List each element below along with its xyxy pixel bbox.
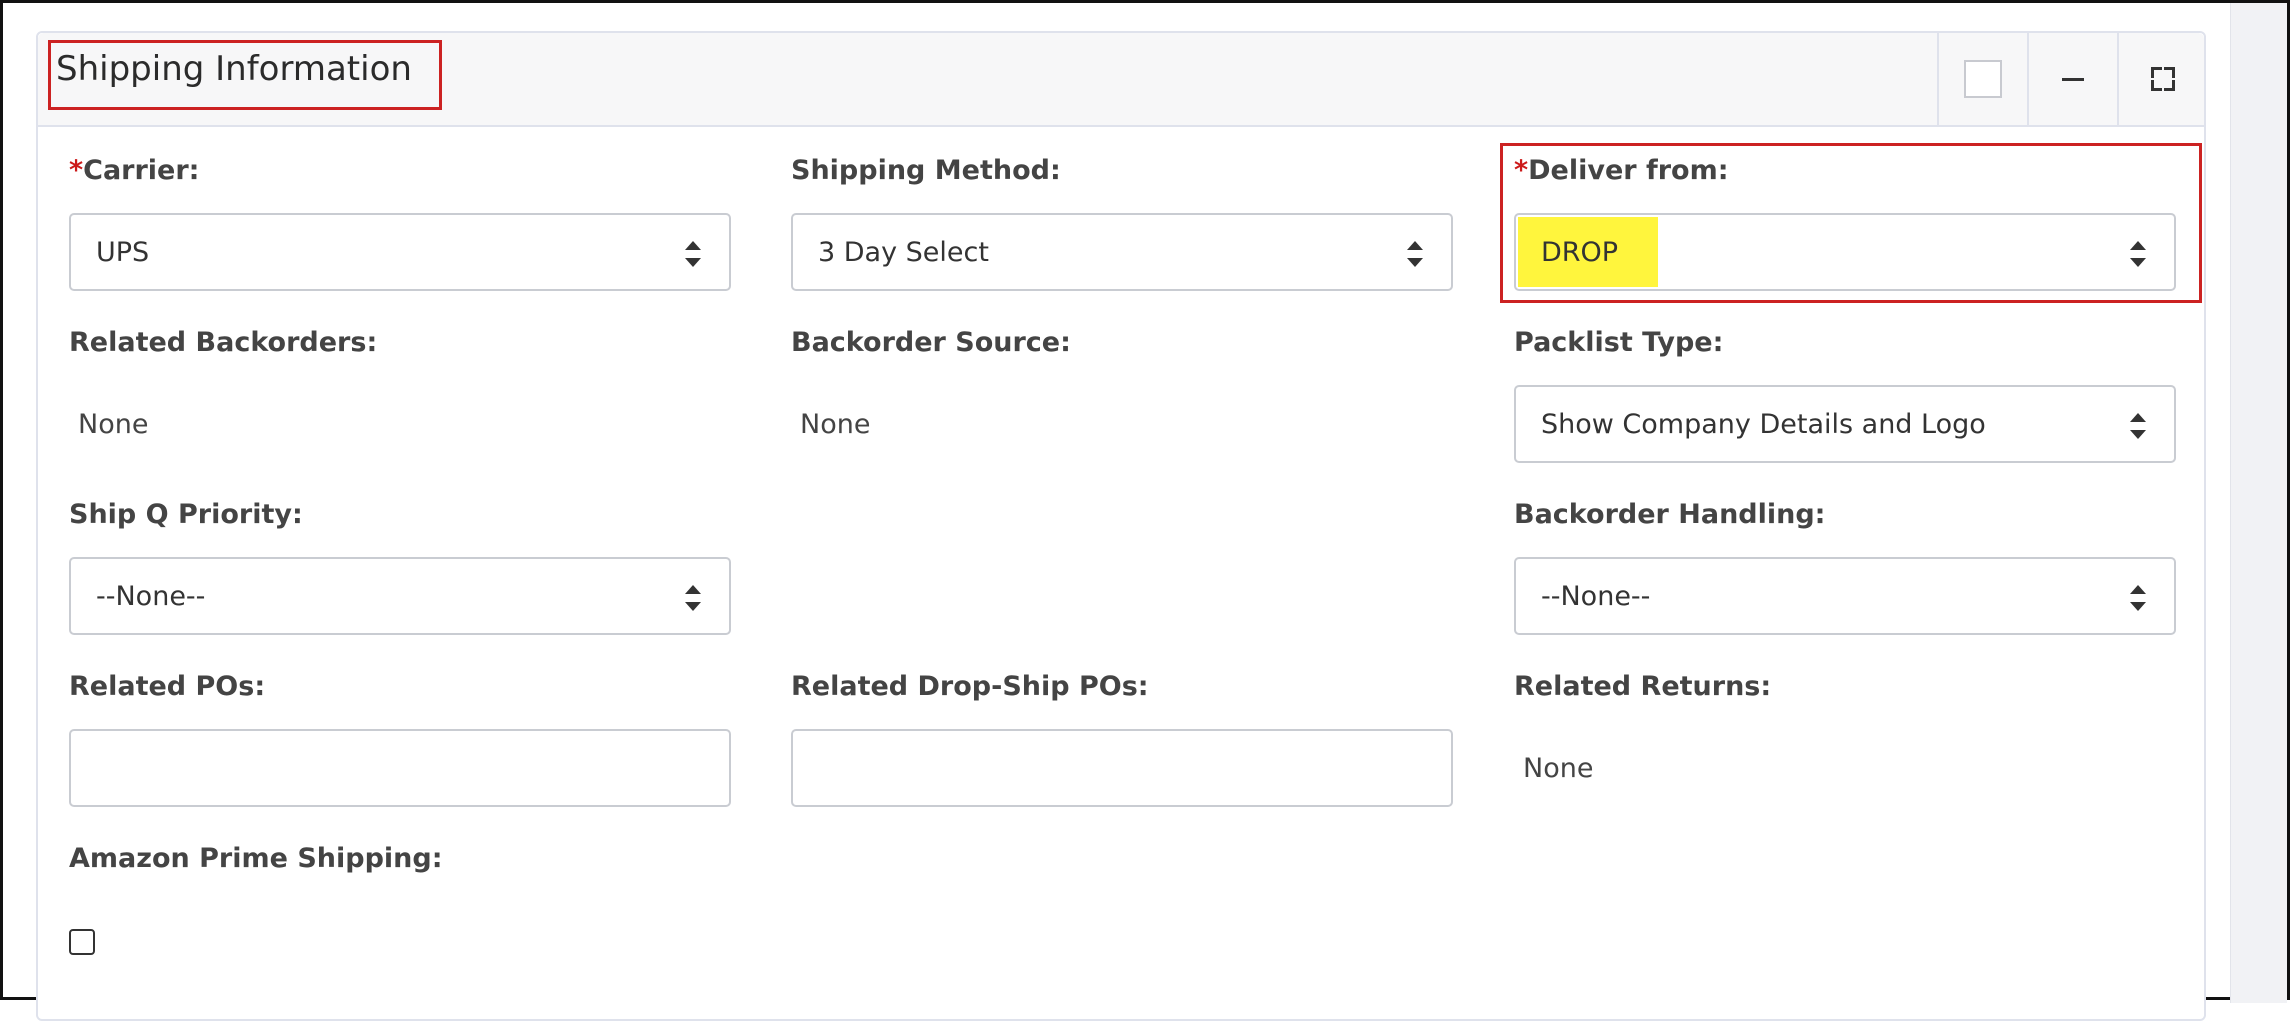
related-drop-ship-pos-label: Related Drop-Ship POs: bbox=[791, 671, 1149, 702]
panel-header: Shipping Information bbox=[38, 33, 2204, 127]
sort-arrows-icon bbox=[685, 240, 701, 268]
shipping-method-label: Shipping Method: bbox=[791, 155, 1061, 186]
carrier-label: *Carrier: bbox=[69, 155, 200, 186]
panel-title: Shipping Information bbox=[56, 49, 412, 89]
sort-arrows-icon bbox=[2130, 240, 2146, 268]
required-mark: * bbox=[1514, 155, 1529, 186]
amazon-prime-shipping-label: Amazon Prime Shipping: bbox=[69, 843, 443, 874]
related-pos-input[interactable] bbox=[69, 729, 731, 807]
packlist-type-value: Show Company Details and Logo bbox=[1541, 409, 1986, 440]
ship-q-priority-label: Ship Q Priority: bbox=[69, 499, 303, 530]
packlist-type-label: Packlist Type: bbox=[1514, 327, 1724, 358]
related-backorders-value: None bbox=[78, 409, 149, 440]
required-mark: * bbox=[69, 155, 84, 186]
backorder-source-value: None bbox=[800, 409, 871, 440]
panel-minimize-button[interactable] bbox=[2027, 33, 2117, 125]
related-returns-label: Related Returns: bbox=[1514, 671, 1772, 702]
expand-icon bbox=[2151, 67, 2175, 91]
sort-arrows-icon bbox=[685, 584, 701, 612]
deliver-from-label: *Deliver from: bbox=[1514, 155, 1729, 186]
amazon-prime-shipping-checkbox[interactable] bbox=[69, 929, 95, 955]
carrier-select[interactable]: UPS bbox=[69, 213, 731, 291]
deliver-from-select[interactable]: DROP bbox=[1514, 213, 2176, 291]
ship-q-priority-select[interactable]: --None-- bbox=[69, 557, 731, 635]
panel-expand-button[interactable] bbox=[2117, 33, 2207, 125]
carrier-value: UPS bbox=[96, 237, 150, 268]
backorder-source-label: Backorder Source: bbox=[791, 327, 1071, 358]
shipping-method-select[interactable]: 3 Day Select bbox=[791, 213, 1453, 291]
sort-arrows-icon bbox=[2130, 584, 2146, 612]
related-returns-value: None bbox=[1523, 753, 1594, 784]
sort-arrows-icon bbox=[2130, 412, 2146, 440]
minus-icon bbox=[2062, 77, 2084, 81]
ship-q-priority-value: --None-- bbox=[96, 581, 206, 612]
shipping-information-panel: Shipping Information *Carrier: UPS Shipp… bbox=[36, 31, 2206, 1021]
related-backorders-label: Related Backorders: bbox=[69, 327, 378, 358]
sort-arrows-icon bbox=[1407, 240, 1423, 268]
page-scroll-area bbox=[2230, 3, 2287, 1003]
backorder-handling-value: --None-- bbox=[1541, 581, 1651, 612]
backorder-handling-label: Backorder Handling: bbox=[1514, 499, 1826, 530]
packlist-type-select[interactable]: Show Company Details and Logo bbox=[1514, 385, 2176, 463]
square-icon bbox=[1964, 60, 2002, 98]
related-drop-ship-pos-input[interactable] bbox=[791, 729, 1453, 807]
related-pos-label: Related POs: bbox=[69, 671, 266, 702]
shipping-method-value: 3 Day Select bbox=[818, 237, 989, 268]
backorder-handling-select[interactable]: --None-- bbox=[1514, 557, 2176, 635]
deliver-from-value: DROP bbox=[1541, 237, 1619, 268]
panel-square-button[interactable] bbox=[1937, 33, 2027, 125]
